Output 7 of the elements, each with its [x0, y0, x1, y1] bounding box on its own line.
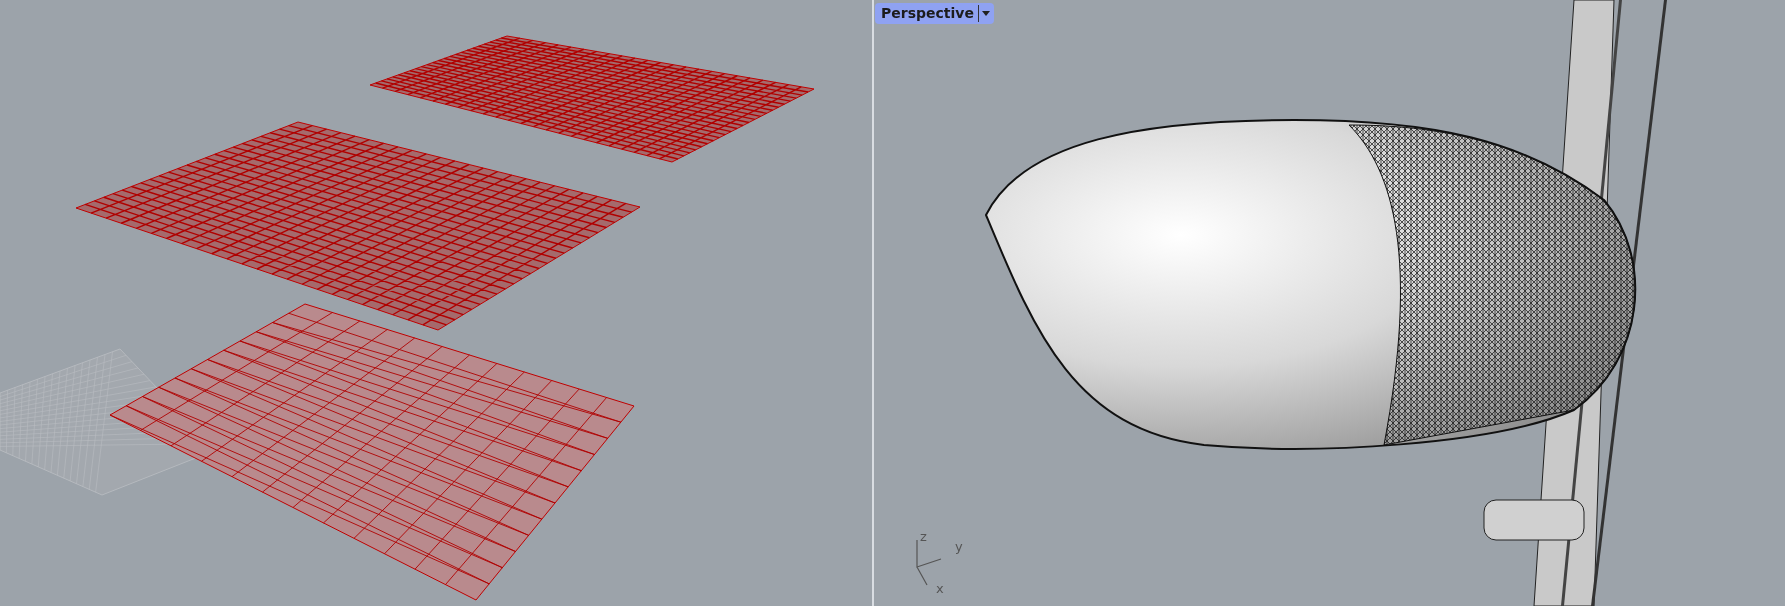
- axis-gizmo-icon: [916, 539, 942, 586]
- axis-label: z: [920, 530, 927, 543]
- viewport-title: Perspective: [881, 4, 974, 23]
- viewport-tab[interactable]: Perspective: [875, 3, 994, 24]
- axis-label: x: [936, 582, 944, 595]
- axis-label: y: [955, 540, 963, 553]
- caret-icon: [977, 5, 990, 22]
